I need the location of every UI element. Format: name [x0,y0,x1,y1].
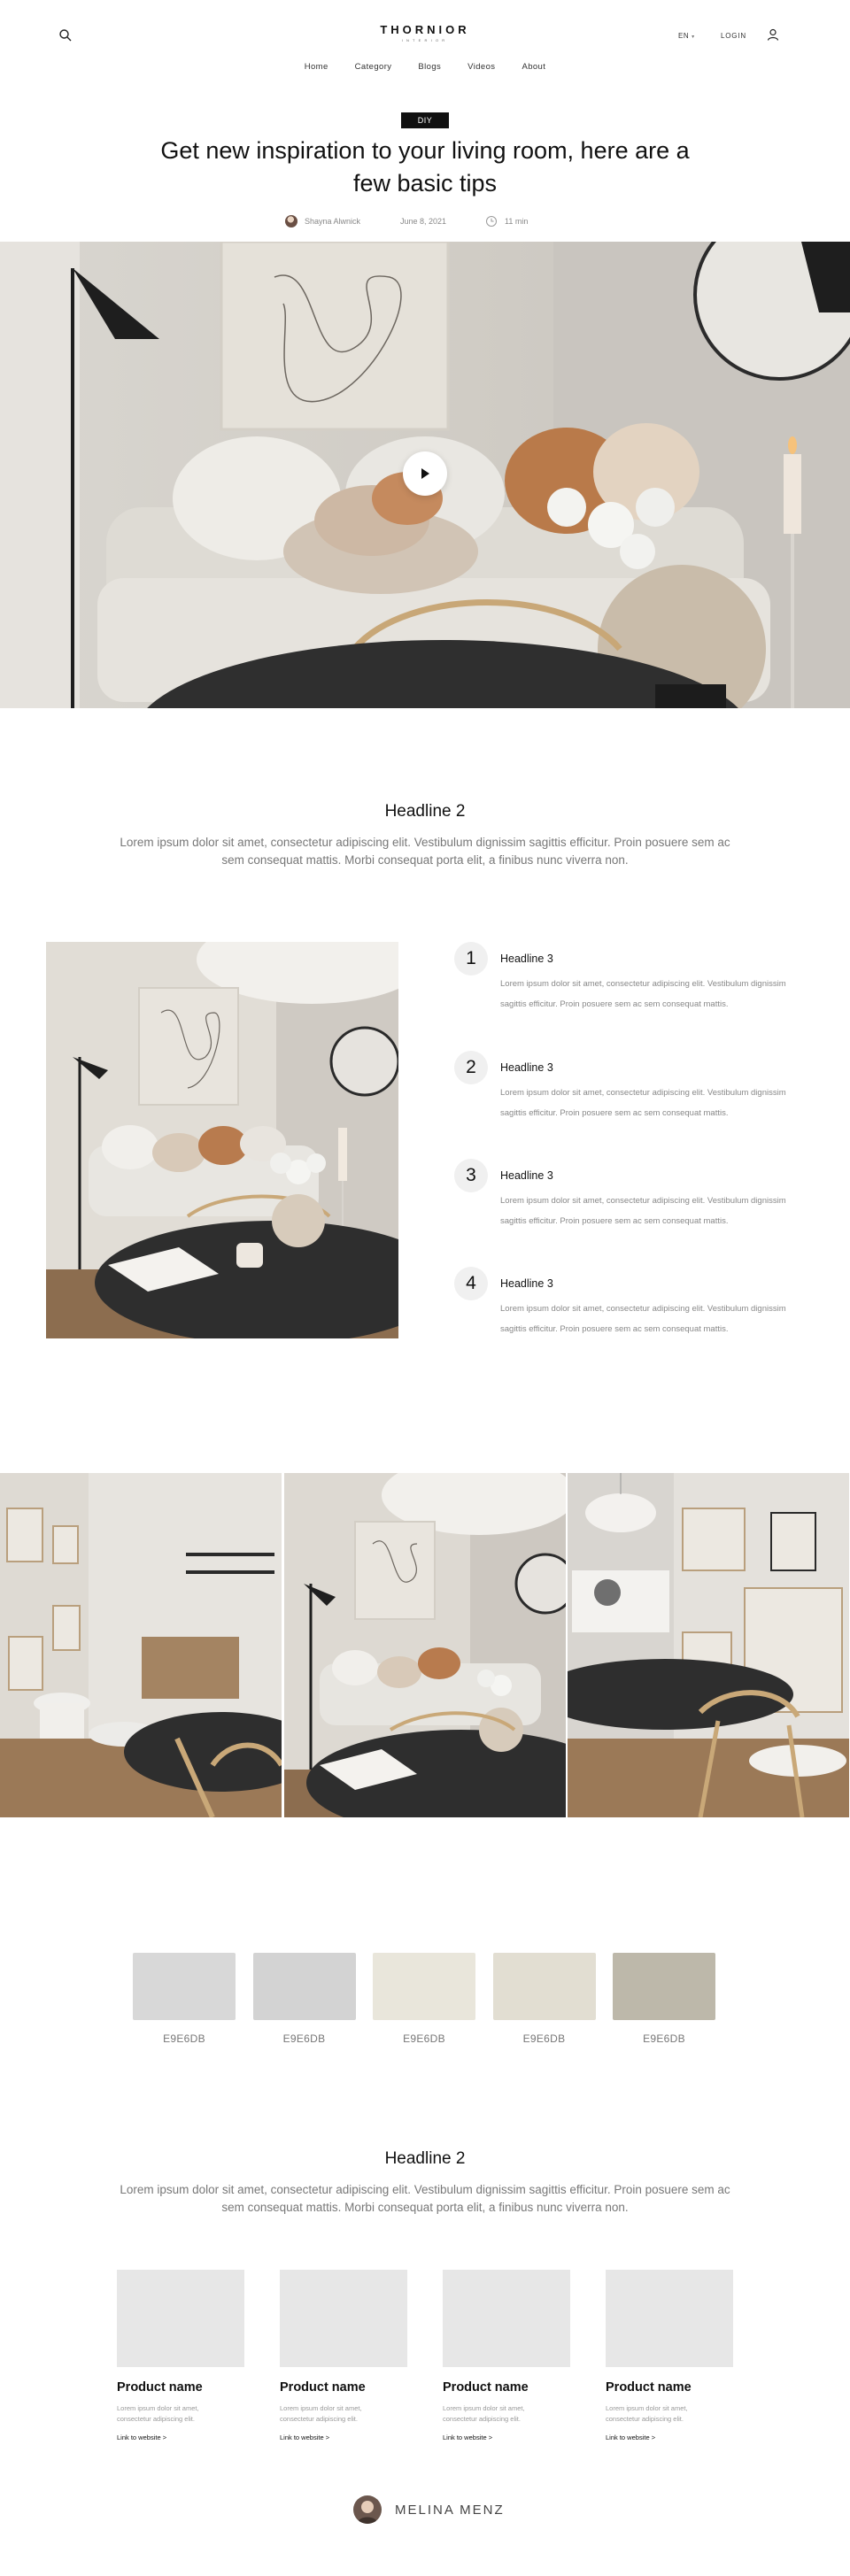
color-swatch[interactable]: E9E6DB [133,1953,236,2045]
product-list: Product name Lorem ipsum dolor sit amet,… [117,2270,733,2444]
tip-step-1: 1 Headline 3 Lorem ipsum dolor sit amet,… [454,942,808,1022]
user-icon[interactable] [767,28,779,41]
site-header: THORNIOR INTERIOR EN ▾ LOGIN Home Categor… [0,0,850,89]
section-headline: Headline 2 [384,2149,466,2168]
product-description: Lorem ipsum dolor sit amet, consectetur … [280,2404,362,2423]
product-card: Product name Lorem ipsum dolor sit amet,… [117,2270,244,2444]
gallery-image-1[interactable] [0,1473,282,1817]
product-card: Product name Lorem ipsum dolor sit amet,… [606,2270,733,2444]
product-description: Lorem ipsum dolor sit amet, consectetur … [443,2404,525,2423]
article-title: Get new inspiration to your living room,… [160,137,690,197]
product-description: Lorem ipsum dolor sit amet, consectetur … [606,2404,688,2423]
swatch-label: E9E6DB [403,2032,445,2045]
nav-blogs[interactable]: Blogs [418,62,441,72]
step-headline: Headline 3 [500,1277,553,1290]
product-name: Product name [117,2380,203,2395]
swatch-label: E9E6DB [522,2032,566,2045]
article-author-footer: MELINA MENZ [0,2495,850,2524]
main-nav: Home Category Blogs Videos About [0,62,850,72]
swatch-label: E9E6DB [163,2032,205,2045]
author-avatar[interactable] [353,2495,382,2524]
color-palette: E9E6DB E9E6DB E9E6DB E9E6DB E9E6DB [133,1953,715,2045]
tip-step-2: 2 Headline 3 Lorem ipsum dolor sit amet,… [454,1051,808,1130]
product-card: Product name Lorem ipsum dolor sit amet,… [280,2270,407,2444]
product-link[interactable]: Link to website > [443,2433,492,2441]
play-icon [421,468,429,479]
section-lead: Lorem ipsum dolor sit amet, consectetur … [120,836,730,867]
color-swatch[interactable]: E9E6DB [613,1953,715,2045]
gallery-image-3[interactable] [568,1473,850,1817]
step-text: Lorem ipsum dolor sit amet, consectetur … [500,1196,786,1226]
nav-home[interactable]: Home [305,62,328,72]
product-image[interactable] [606,2270,733,2367]
author-avatar [285,215,298,228]
swatch-color-box [133,1953,236,2020]
step-headline: Headline 3 [500,1061,553,1074]
product-image[interactable] [280,2270,407,2367]
swatch-color-box [373,1953,475,2020]
step-number: 3 [454,1159,488,1192]
step-text: Lorem ipsum dolor sit amet, consectetur … [500,1088,786,1118]
tip-step-3: 3 Headline 3 Lorem ipsum dolor sit amet,… [454,1159,808,1238]
step-text: Lorem ipsum dolor sit amet, consectetur … [500,1304,786,1334]
gallery-image-2[interactable] [283,1473,567,1817]
play-button[interactable] [403,451,447,496]
swatch-color-box [252,1953,356,2020]
category-tag[interactable]: DIY [401,112,449,128]
step-number: 2 [454,1051,488,1084]
product-link[interactable]: Link to website > [280,2433,329,2441]
product-name: Product name [280,2380,366,2395]
login-link[interactable]: LOGIN [721,32,746,40]
swatch-label: E9E6DB [643,2032,685,2045]
author-name[interactable]: MELINA MENZ [395,2503,505,2518]
step-number: 4 [454,1267,488,1300]
product-link[interactable]: Link to website > [606,2433,655,2441]
tip-step-4: 4 Headline 3 Lorem ipsum dolor sit amet,… [454,1267,808,1346]
language-selector[interactable]: EN ▾ [678,32,695,40]
product-name: Product name [606,2380,692,2395]
living-room-image [46,942,398,1338]
article-meta: Shayna Alwnick June 8, 2021 11 min [0,215,850,228]
product-description: Lorem ipsum dolor sit amet, consectetur … [117,2404,199,2423]
product-link[interactable]: Link to website > [117,2433,166,2441]
product-card: Product name Lorem ipsum dolor sit amet,… [443,2270,570,2444]
nav-category[interactable]: Category [355,62,392,72]
swatch-label: E9E6DB [282,2032,326,2045]
step-number: 1 [454,942,488,976]
product-image[interactable] [443,2270,570,2367]
swatch-color-box [492,1953,596,2020]
nav-about[interactable]: About [522,62,545,72]
read-time: 11 min [505,217,529,226]
nav-videos[interactable]: Videos [468,62,495,72]
swatch-color-box [613,1953,715,2020]
product-image[interactable] [117,2270,244,2367]
step-headline: Headline 3 [500,1169,553,1182]
publish-date: June 8, 2021 [400,217,447,226]
section-headline: Headline 2 [384,802,466,821]
product-name: Product name [443,2380,529,2395]
clock-icon [486,216,497,227]
color-swatch[interactable]: E9E6DB [492,1953,596,2045]
step-text: Lorem ipsum dolor sit amet, consectetur … [500,979,786,1009]
color-swatch[interactable]: E9E6DB [252,1953,356,2045]
section-lead: Lorem ipsum dolor sit amet, consectetur … [120,2183,730,2214]
author-name[interactable]: Shayna Alwnick [305,217,360,226]
chevron-down-icon: ▾ [692,35,695,40]
image-gallery [0,1473,850,1817]
color-swatch[interactable]: E9E6DB [373,1953,475,2045]
step-headline: Headline 3 [500,953,553,965]
language-label: EN [678,32,690,40]
